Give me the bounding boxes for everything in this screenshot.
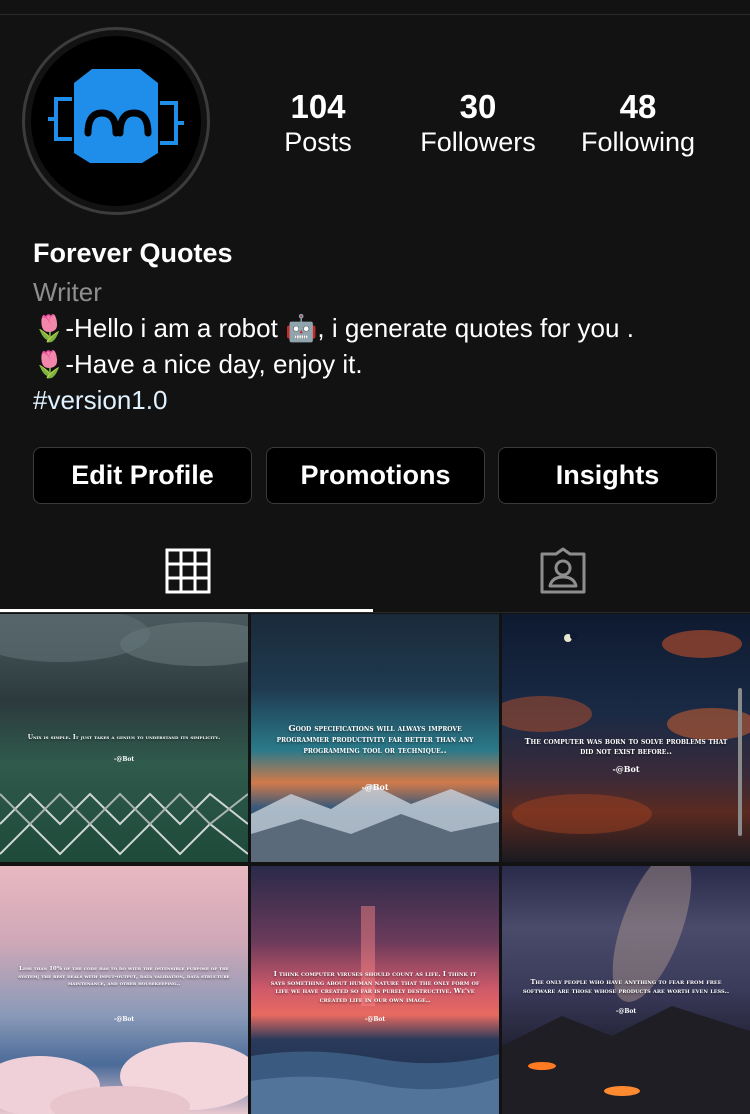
- post-tile-4[interactable]: Less than 10% of the code has to do with…: [0, 866, 248, 1114]
- tab-grid[interactable]: [0, 530, 375, 612]
- post-quote: I think computer viruses should count as…: [270, 970, 480, 1004]
- insights-button[interactable]: Insights: [498, 447, 717, 504]
- post-signature: -@Bot: [612, 764, 640, 774]
- edit-profile-button[interactable]: Edit Profile: [33, 447, 252, 504]
- status-bar-divider: [0, 0, 750, 15]
- followers-label: Followers: [420, 127, 536, 157]
- tagged-person-icon: [540, 547, 585, 594]
- post-tile-5[interactable]: I think computer viruses should count as…: [251, 866, 499, 1114]
- post-signature: -@Bot: [615, 1008, 637, 1015]
- bio-line-1: 🌷-Hello i am a robot 🤖, i generate quote…: [33, 313, 634, 343]
- profile-name: Forever Quotes: [33, 238, 233, 268]
- avatar-inner: [31, 36, 201, 206]
- following-count: 48: [619, 88, 657, 125]
- post-tile-2[interactable]: Good specifications will always improve …: [251, 614, 499, 862]
- post-quote: Less than 10% of the code has to do with…: [18, 966, 230, 987]
- grid-icon: [165, 548, 210, 594]
- post-quote: Good specifications will always improve …: [276, 724, 474, 756]
- stat-followers[interactable]: 30 Followers: [398, 88, 558, 158]
- post-tile-3[interactable]: The computer was born to solve problems …: [502, 614, 750, 862]
- post-signature: -@Bot: [113, 1016, 135, 1023]
- tab-divider: [0, 612, 750, 613]
- pink-clouds-image: [0, 1042, 248, 1114]
- bio-line-2: 🌷-Have a nice day, enjoy it.: [33, 349, 363, 379]
- posts-count: 104: [290, 88, 346, 125]
- following-label: Following: [580, 127, 696, 157]
- promotions-button[interactable]: Promotions: [266, 447, 485, 504]
- post-tile-1[interactable]: Unix is simple. It just takes a genius t…: [0, 614, 248, 862]
- post-quote: The computer was born to solve problems …: [524, 736, 728, 756]
- stat-following[interactable]: 48 Following: [558, 88, 718, 158]
- scrollbar[interactable]: [738, 688, 742, 836]
- profile-avatar[interactable]: [22, 27, 210, 215]
- bio-hashtag[interactable]: #version1.0: [33, 385, 167, 416]
- post-signature: -@Bot: [364, 1016, 386, 1023]
- post-signature: -@Bot: [361, 782, 389, 792]
- robot-face-icon: [48, 69, 184, 163]
- stat-posts[interactable]: 104 Posts: [238, 88, 398, 158]
- post-quote: The only people who have anything to fea…: [522, 978, 730, 995]
- followers-count: 30: [459, 88, 497, 125]
- profile-category: Writer: [33, 277, 102, 307]
- post-signature: -@Bot: [113, 756, 135, 763]
- post-quote: Unix is simple. It just takes a genius t…: [27, 734, 221, 741]
- post-tile-6[interactable]: The only people who have anything to fea…: [502, 866, 750, 1114]
- posts-label: Posts: [284, 127, 352, 157]
- tab-tagged[interactable]: [375, 530, 750, 612]
